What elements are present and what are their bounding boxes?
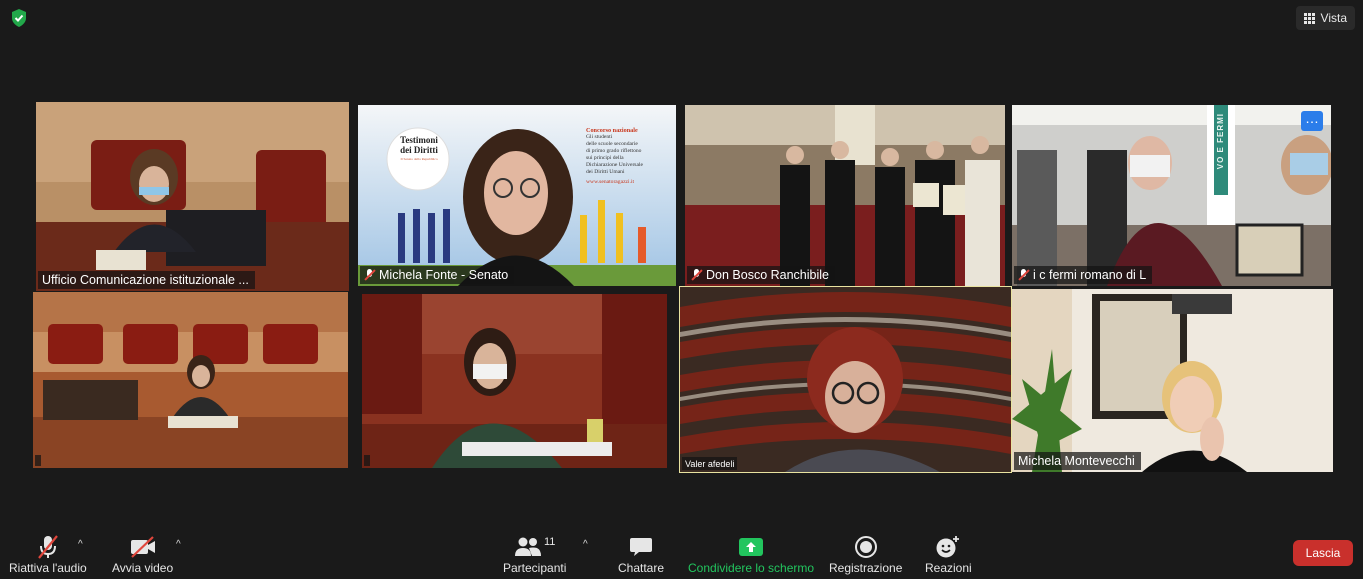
- grid-view-icon: [1303, 12, 1315, 24]
- video-feed-office: [1012, 289, 1333, 472]
- participant-name: Michela Fonte - Senato: [379, 268, 509, 282]
- meeting-toolbar: Riattiva l'audio ^ Avvia video ^ 11 Part…: [0, 531, 1363, 579]
- leave-meeting-button[interactable]: Lascia: [1293, 540, 1353, 566]
- video-feed-room: [36, 102, 349, 291]
- participant-name-tag: [364, 455, 370, 466]
- mic-muted-icon: [364, 269, 375, 281]
- mic-muted-icon: [37, 535, 58, 559]
- poster-badge-line1: Testimoni: [400, 135, 438, 145]
- record-button[interactable]: Registrazione: [829, 534, 902, 575]
- video-tile-3[interactable]: Don Bosco Ranchibile: [685, 105, 1005, 286]
- reactions-label: Reazioni: [925, 561, 972, 575]
- unmute-button[interactable]: Riattiva l'audio: [9, 534, 87, 575]
- banner-text: VO E FERMI: [1216, 113, 1225, 170]
- poster-badge-small: Il Senato della Repubblica: [400, 157, 438, 161]
- video-feed-chamber: [33, 292, 348, 468]
- participant-name-tag: Michela Montevecchi: [1014, 452, 1141, 470]
- view-label: Vista: [1320, 11, 1347, 25]
- chat-bubble-icon: [630, 538, 653, 556]
- participant-name-tag: i c fermi romano di L: [1014, 266, 1153, 284]
- poster-badge-line2: dei Diritti: [400, 145, 438, 155]
- poster-body-line: Gli studenti: [586, 134, 613, 140]
- unmute-label: Riattiva l'audio: [9, 561, 87, 575]
- reaction-smiley-icon: [936, 536, 960, 558]
- mic-muted-icon: [691, 269, 702, 281]
- poster-text: Concorso nazionale Gli studenti delle sc…: [586, 127, 672, 186]
- participant-name-tag: [35, 455, 41, 466]
- poster-body-line: dei Diritti Umani: [586, 169, 625, 175]
- participant-name: i c fermi romano di L: [1033, 268, 1147, 282]
- participant-name: Ufficio Comunicazione istituzionale ...: [42, 273, 249, 287]
- poster-body-line: di primo grado riflettono: [586, 148, 642, 154]
- participants-count: 11: [543, 536, 556, 548]
- top-bar: Vista: [0, 0, 1363, 36]
- poster-body-line: sui principi della: [586, 155, 624, 161]
- view-button[interactable]: Vista: [1295, 6, 1355, 30]
- video-options-chevron-icon[interactable]: ^: [176, 539, 181, 550]
- participant-name-tag: Michela Fonte - Senato: [360, 266, 515, 284]
- participant-name: Michela Montevecchi: [1018, 454, 1135, 468]
- video-tile-4[interactable]: VO E FERMI … i c fermi romano di L: [1012, 105, 1331, 286]
- participant-name-tag: Valer afedeli: [682, 457, 738, 470]
- video-tile-1[interactable]: Ufficio Comunicazione istituzionale ...: [36, 102, 349, 291]
- participant-name: Don Bosco Ranchibile: [706, 268, 829, 282]
- video-tile-6[interactable]: [362, 294, 667, 468]
- poster-url: www.senatoragazzi.it: [586, 179, 635, 185]
- video-tile-5[interactable]: [33, 292, 348, 468]
- participants-icon: [514, 537, 541, 556]
- more-options-button[interactable]: …: [1301, 111, 1323, 131]
- share-screen-button[interactable]: Condividere lo schermo: [688, 534, 814, 575]
- share-screen-label: Condividere lo schermo: [688, 561, 815, 575]
- participant-name-tag: Don Bosco Ranchibile: [687, 266, 835, 284]
- audio-options-chevron-icon[interactable]: ^: [78, 539, 83, 550]
- poster-body-line: delle scuole secondarie: [586, 141, 638, 147]
- video-tile-7-active-speaker[interactable]: Valer afedeli: [679, 286, 1012, 473]
- poster-badge: Testimoni dei Diritti Il Senato della Re…: [390, 135, 448, 161]
- start-video-button[interactable]: Avvia video: [112, 534, 173, 575]
- participants-options-chevron-icon[interactable]: ^: [583, 539, 588, 550]
- reactions-button[interactable]: Reazioni: [925, 534, 972, 575]
- chat-button[interactable]: Chattare: [618, 534, 664, 575]
- participants-button[interactable]: 11 Partecipanti: [503, 534, 566, 575]
- chat-label: Chattare: [618, 561, 665, 575]
- poster-heading: Concorso nazionale: [586, 127, 638, 134]
- security-shield-icon[interactable]: [9, 8, 29, 28]
- share-screen-arrow-icon: [739, 538, 764, 556]
- video-tile-8[interactable]: Michela Montevecchi: [1012, 289, 1333, 472]
- poster-body-line: Dichiarazione Universale: [586, 162, 643, 168]
- video-feed-classroom: [1012, 105, 1331, 286]
- mic-muted-icon: [1018, 269, 1029, 281]
- video-tile-2[interactable]: Testimoni dei Diritti Il Senato della Re…: [358, 105, 676, 286]
- camera-off-icon: [130, 536, 155, 558]
- record-label: Registrazione: [829, 561, 903, 575]
- participants-label: Partecipanti: [503, 561, 567, 575]
- participant-name: Valer afedeli: [685, 458, 735, 469]
- participant-name-tag: Ufficio Comunicazione istituzionale ...: [38, 271, 255, 289]
- video-feed-hall: [685, 105, 1005, 286]
- start-video-label: Avvia video: [112, 561, 174, 575]
- record-icon: [854, 536, 877, 558]
- video-feed-senate-hall: [680, 287, 1011, 472]
- video-feed-chamber: [362, 294, 667, 468]
